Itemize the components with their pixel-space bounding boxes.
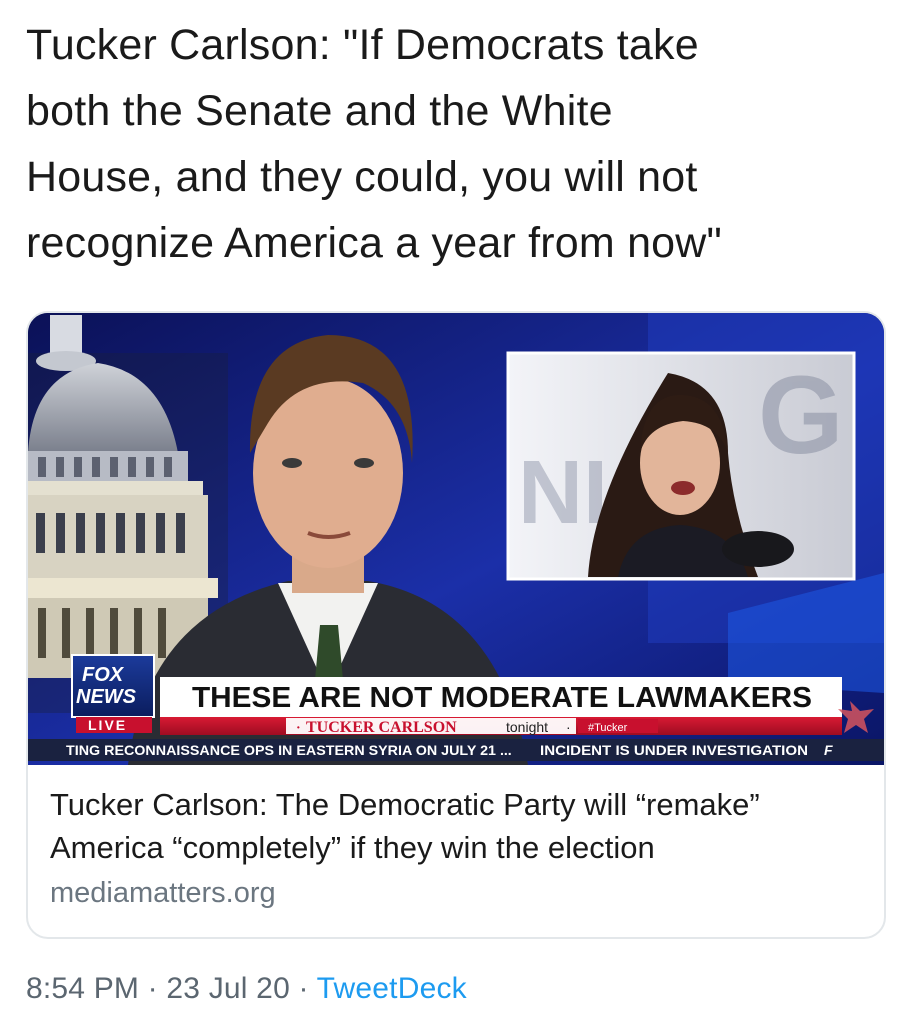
inset-background-letters-left: NI	[518, 443, 608, 543]
live-badge-text: LIVE	[88, 717, 127, 733]
ticker-logo: F	[824, 742, 833, 758]
card-domain: mediamatters.org	[50, 877, 276, 909]
card-text-block[interactable]: Tucker Carlson: The Democratic Party wil…	[50, 783, 870, 915]
tweet-date[interactable]: 23 Jul 20	[166, 972, 290, 1005]
meta-separator: ·	[289, 972, 317, 1005]
show-bullet-right: ·	[566, 719, 571, 735]
show-suffix-text: tonight	[506, 719, 548, 735]
fox-logo-line1: FOX	[82, 664, 125, 686]
ticker-text-left: TING RECONNAISSANCE OPS IN EASTERN SYRIA…	[66, 742, 496, 758]
tweet-text: Tucker Carlson: "If Democrats take both …	[26, 21, 723, 267]
inset-background-letters-right: G	[758, 354, 844, 477]
show-name-text: TUCKER CARLSON	[306, 719, 457, 736]
show-bullet-left: ·	[296, 721, 301, 736]
tweet-time[interactable]: 8:54 PM	[26, 972, 139, 1005]
headline-text: THESE ARE NOT MODERATE LAWMAKERS	[192, 682, 812, 714]
hashtag-text: #Tucker	[588, 722, 628, 734]
tweet-source-link[interactable]: TweetDeck	[317, 972, 467, 1005]
ticker-text-right: INCIDENT IS UNDER INVESTIGATION	[540, 742, 808, 758]
link-preview-card[interactable]: NI G FOX NEWS LIVE THESE ARE NOT MODERAT…	[26, 311, 886, 939]
ticker-separator: ...	[500, 742, 512, 758]
meta-separator: ·	[139, 972, 167, 1005]
tweet-metadata: 8:54 PM · 23 Jul 20 · TweetDeck	[26, 972, 467, 1006]
inset-photo-frame: NI G	[506, 351, 856, 581]
card-title[interactable]: Tucker Carlson: The Democratic Party wil…	[50, 783, 870, 869]
fox-logo-line2: NEWS	[76, 686, 137, 708]
card-media-image[interactable]: NI G FOX NEWS LIVE THESE ARE NOT MODERAT…	[28, 313, 884, 765]
